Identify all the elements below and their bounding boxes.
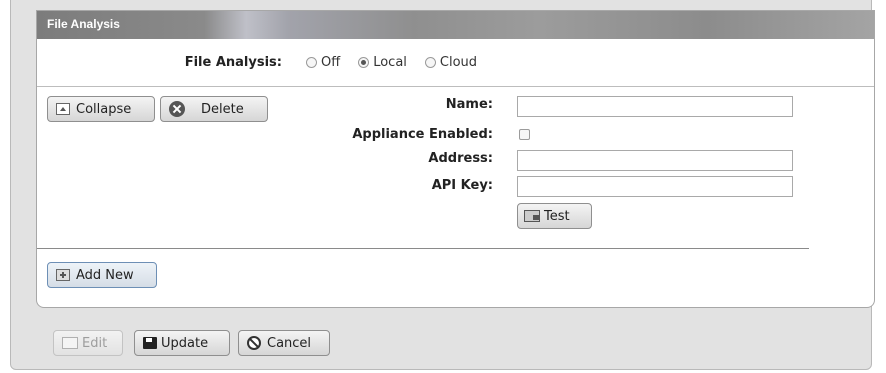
name-label: Name: [445,97,493,112]
radio-off-label: Off [321,55,341,70]
test-label: Test [544,208,570,224]
delete-icon [169,101,185,117]
add-new-label: Add New [76,267,134,283]
update-label: Update [161,335,209,351]
cancel-icon [247,336,261,350]
api-key-input[interactable] [517,176,793,197]
delete-label: Delete [201,101,244,117]
radio-local-button[interactable] [358,57,370,68]
collapse-icon [56,103,70,115]
add-new-button[interactable]: Add New [47,262,157,288]
radio-local-label: Local [373,55,407,70]
radio-off[interactable]: Off [306,55,340,70]
save-icon [143,337,157,349]
update-button[interactable]: Update [134,330,230,356]
edit-label: Edit [82,335,108,351]
radio-cloud[interactable]: Cloud [424,55,478,70]
test-icon [524,210,540,222]
add-icon [56,269,70,281]
panel-title: File Analysis [47,17,120,31]
collapse-label: Collapse [76,101,132,117]
collapse-button[interactable]: Collapse [47,96,155,122]
edit-button[interactable]: Edit [53,330,123,356]
radio-off-button[interactable] [306,57,317,68]
name-input[interactable] [517,96,793,117]
address-label: Address: [428,151,493,166]
radio-cloud-label: Cloud [439,55,478,70]
file-analysis-radio-group: Off Local Cloud [306,55,489,70]
section-divider [37,248,809,249]
cancel-button[interactable]: Cancel [238,330,330,356]
file-analysis-label: File Analysis: [184,55,282,70]
divider [37,86,874,87]
test-button[interactable]: Test [517,203,592,229]
edit-icon [62,337,78,349]
delete-button[interactable]: Delete [160,96,268,122]
panel-header: File Analysis [37,11,874,39]
appliance-enabled-checkbox[interactable] [519,129,530,140]
cancel-label: Cancel [267,335,312,351]
radio-local[interactable]: Local [358,55,407,70]
api-key-label: API Key: [431,178,493,193]
radio-cloud-button[interactable] [424,57,436,68]
appliance-enabled-label: Appliance Enabled: [352,127,493,142]
address-input[interactable] [517,150,793,171]
